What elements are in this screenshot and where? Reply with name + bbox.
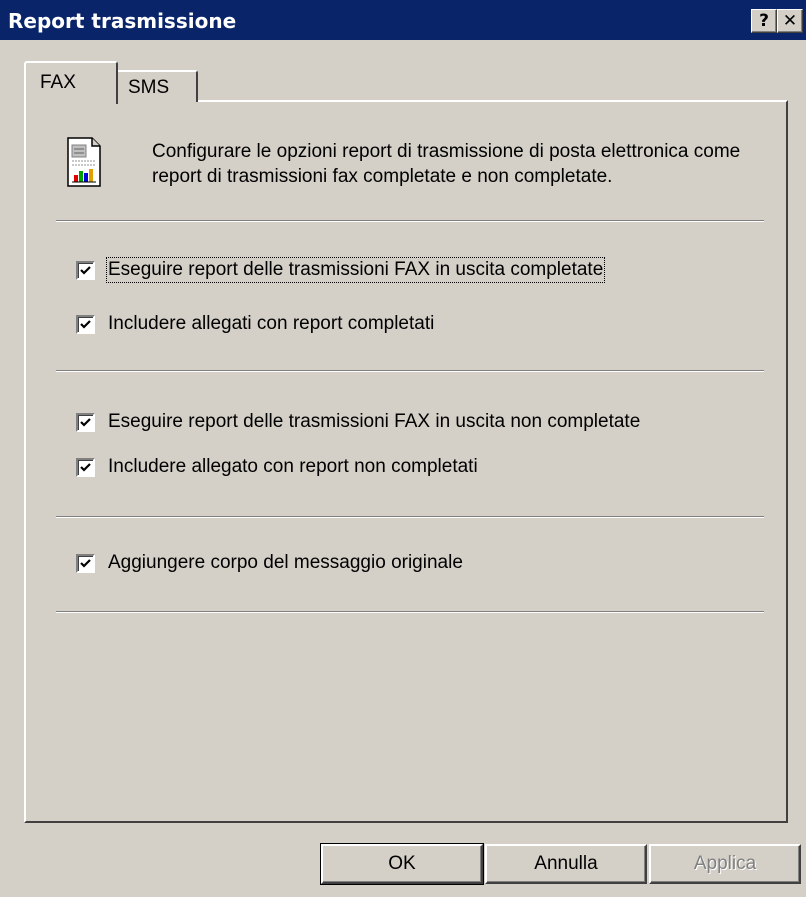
checkmark-icon xyxy=(80,417,91,427)
separator xyxy=(56,516,764,518)
checkbox-attach-failed[interactable] xyxy=(76,457,95,477)
tab-fax-label: FAX xyxy=(40,72,76,93)
option-attach-completed[interactable]: Includere allegati con report completati xyxy=(76,312,434,336)
option-report-completed[interactable]: Eseguire report delle trasmissioni FAX i… xyxy=(76,257,606,283)
tab-sms-label: SMS xyxy=(128,77,170,98)
ok-button[interactable]: OK xyxy=(320,843,484,885)
option-attach-failed-label: Includere allegato con report non comple… xyxy=(108,456,478,477)
option-attach-completed-label: Includere allegati con report completati xyxy=(108,313,435,334)
separator xyxy=(56,611,764,613)
title-bar[interactable]: Report trasmissione ? ✕ xyxy=(0,0,806,40)
option-include-original-body[interactable]: Aggiungere corpo del messaggio originale xyxy=(76,551,463,575)
tab-sms[interactable]: SMS xyxy=(114,70,198,102)
option-report-failed-label: Eseguire report delle trasmissioni FAX i… xyxy=(108,411,641,432)
description-text: Configurare le opzioni report di trasmis… xyxy=(152,141,741,187)
cancel-button[interactable]: Annulla xyxy=(485,844,647,884)
option-attach-failed[interactable]: Includere allegato con report non comple… xyxy=(76,455,478,479)
option-report-completed-label: Eseguire report delle trasmissioni FAX i… xyxy=(105,257,606,283)
checkmark-icon xyxy=(80,265,91,275)
option-report-failed[interactable]: Eseguire report delle trasmissioni FAX i… xyxy=(76,410,640,434)
checkbox-include-original-body[interactable] xyxy=(76,553,95,573)
checkbox-report-failed[interactable] xyxy=(76,412,95,432)
close-button[interactable]: ✕ xyxy=(777,9,803,33)
help-button[interactable]: ? xyxy=(751,9,777,33)
window-title: Report trasmissione xyxy=(8,9,237,33)
apply-button[interactable]: Applica xyxy=(649,844,801,884)
option-include-original-body-label: Aggiungere corpo del messaggio originale xyxy=(108,552,463,573)
separator xyxy=(56,370,764,372)
help-icon: ? xyxy=(759,11,769,31)
tab-fax[interactable]: FAX xyxy=(24,61,118,104)
close-icon: ✕ xyxy=(782,11,798,31)
separator xyxy=(56,220,764,222)
checkbox-report-completed[interactable] xyxy=(76,260,95,280)
checkmark-icon xyxy=(80,319,91,329)
checkbox-attach-completed[interactable] xyxy=(76,314,95,334)
checkmark-icon xyxy=(80,462,91,472)
checkmark-icon xyxy=(80,558,91,568)
report-document-icon xyxy=(67,137,101,187)
